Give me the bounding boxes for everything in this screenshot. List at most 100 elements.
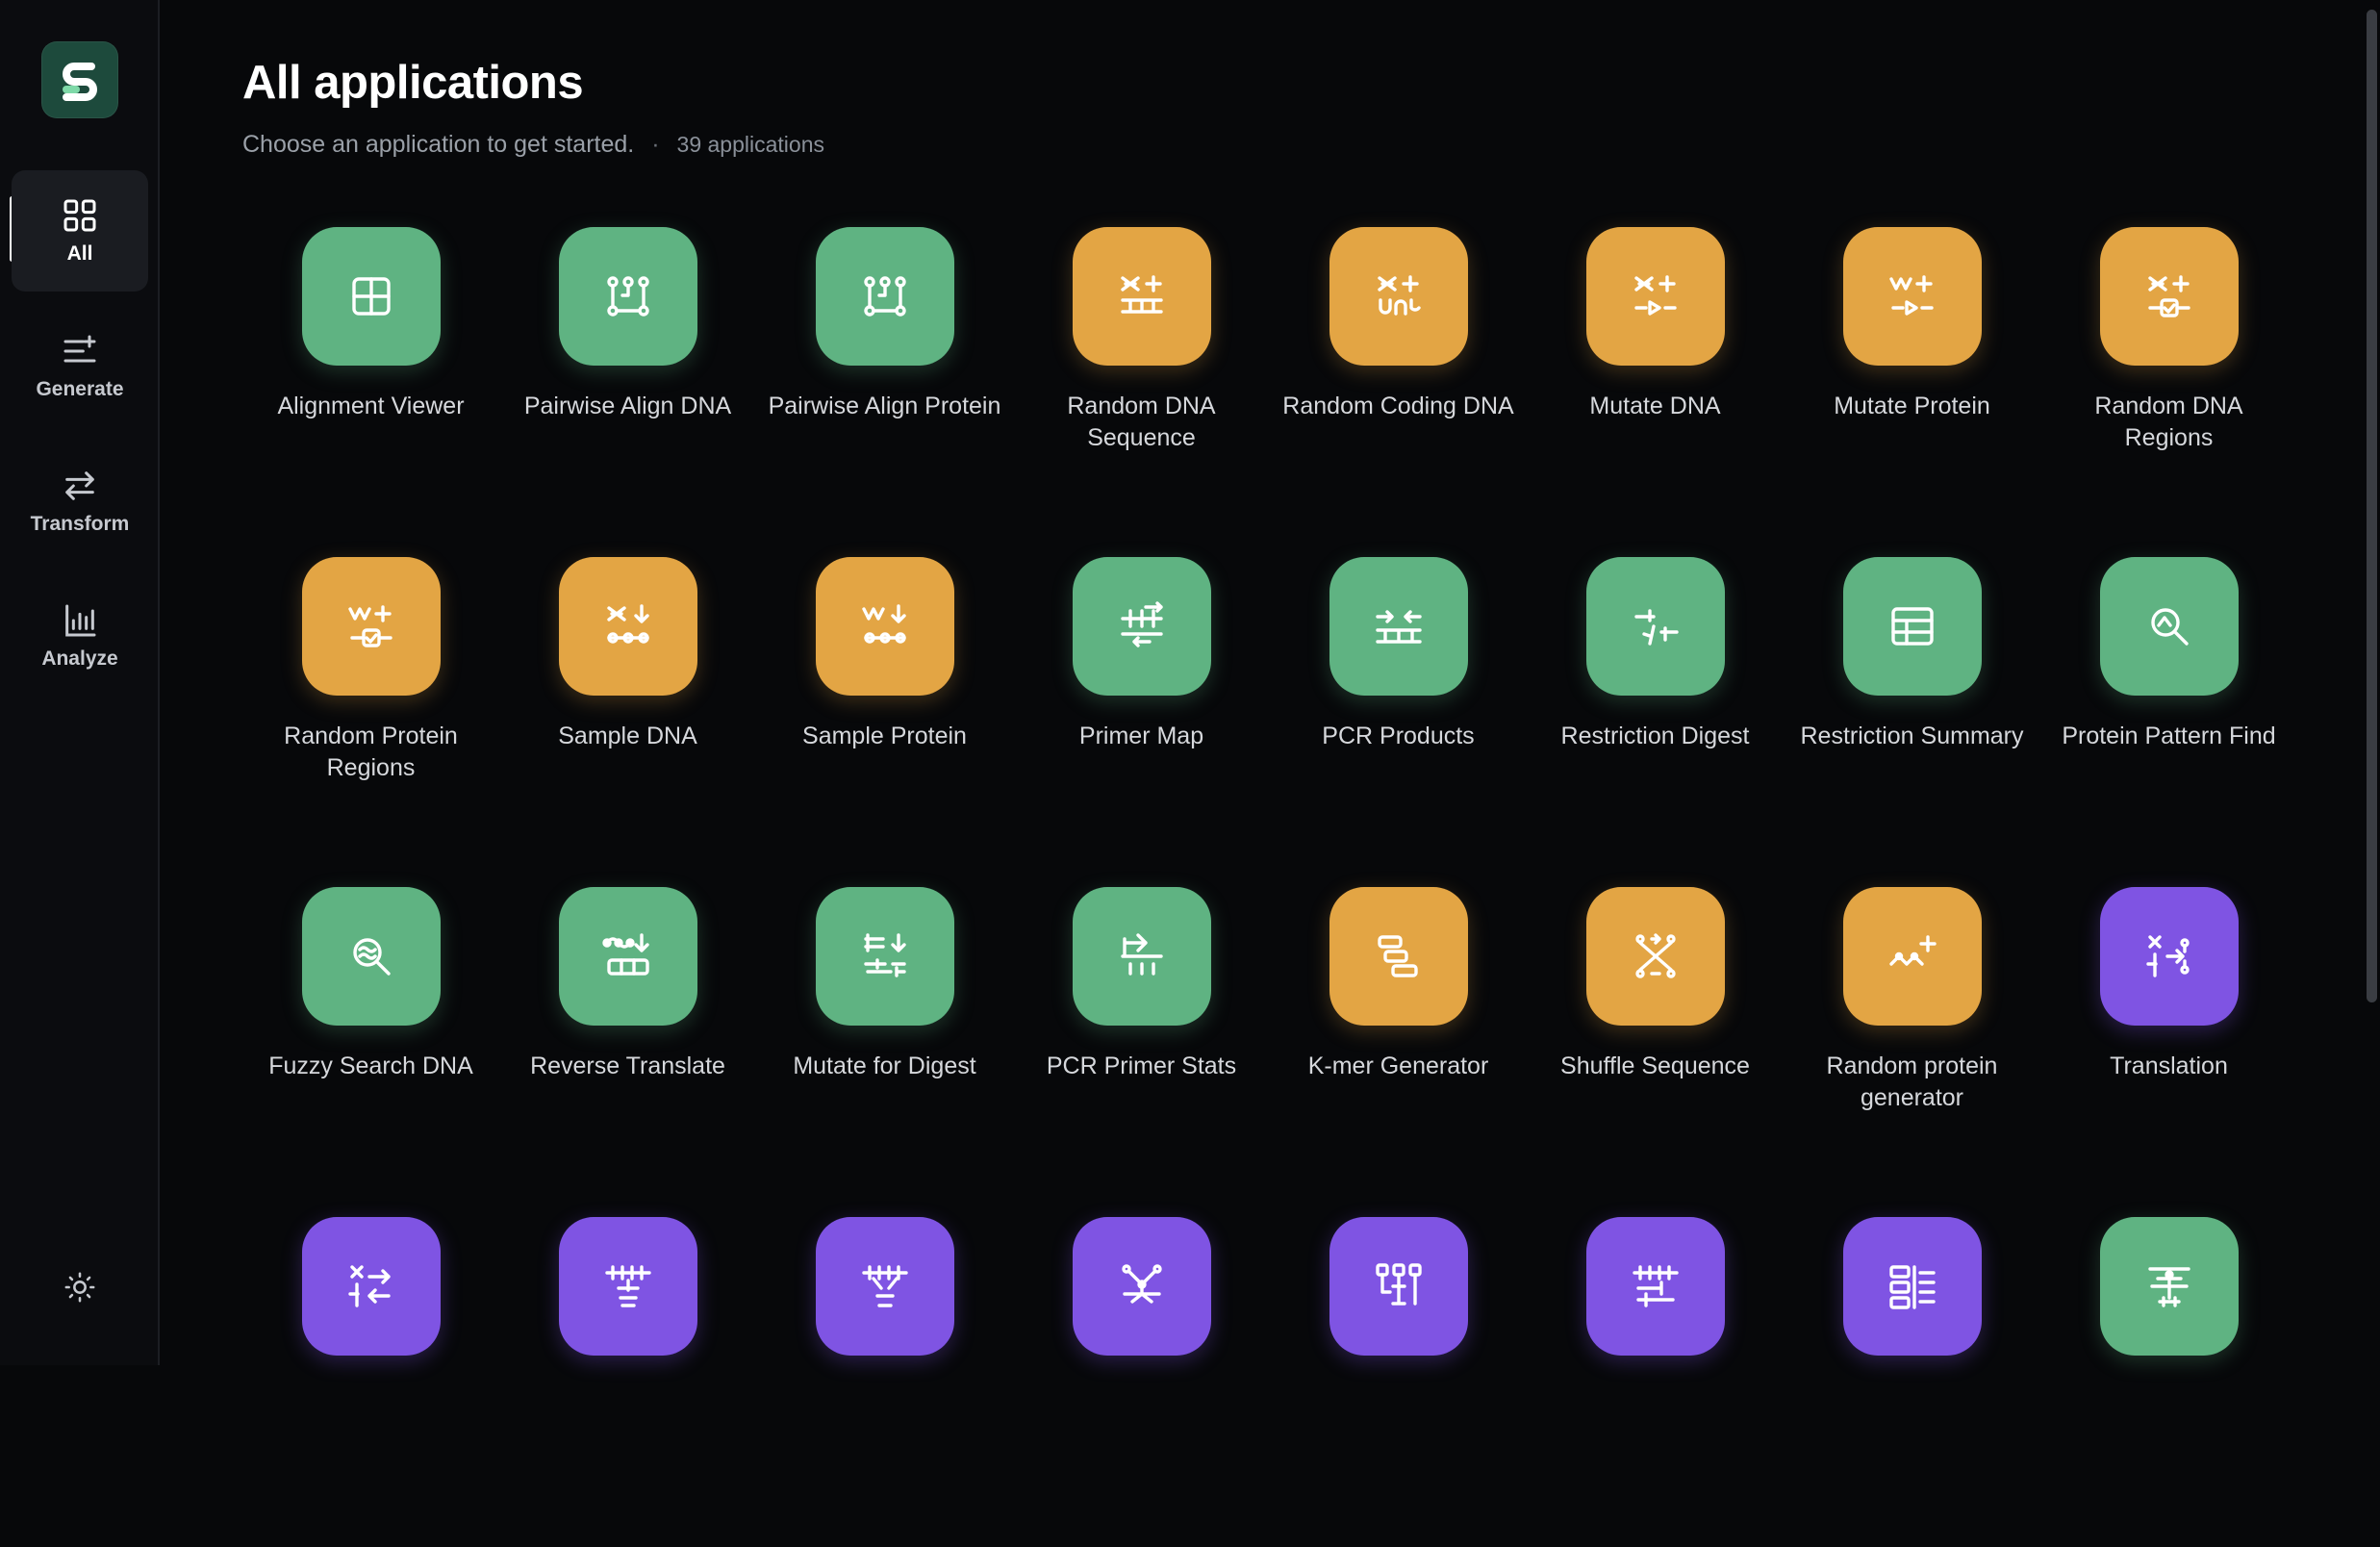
app-icon-tile[interactable]: [1842, 887, 1982, 1026]
app-card-fuzzy-search-dna[interactable]: Fuzzy Search DNA: [242, 887, 499, 1217]
app-icon-tile[interactable]: [301, 557, 441, 696]
app-card-restriction-summary[interactable]: Restriction Summary: [1784, 557, 2040, 887]
zigzag-down-dots-icon: [861, 604, 906, 644]
app-icon-tile[interactable]: [1842, 1217, 1982, 1356]
app-card-app-31[interactable]: [1784, 1217, 2040, 1547]
app-icon-tile[interactable]: [301, 887, 441, 1026]
app-card-primer-map[interactable]: Primer Map: [1013, 557, 1270, 887]
app-card-app-26[interactable]: [499, 1217, 756, 1547]
app-icon-tile[interactable]: [558, 557, 697, 696]
app-icon-tile[interactable]: [1072, 1217, 1211, 1356]
app-icon-tile[interactable]: [815, 1217, 954, 1356]
nav-label-analyze: Analyze: [41, 647, 118, 670]
app-icon-tile[interactable]: [2099, 227, 2239, 366]
app-card-app-28[interactable]: [1013, 1217, 1270, 1547]
app-icon-tile[interactable]: [2099, 887, 2239, 1026]
dna-plus-wave-icon: [1377, 275, 1421, 316]
app-card-app-32[interactable]: [2040, 1217, 2297, 1547]
align-icon: [606, 276, 649, 317]
app-icon-tile[interactable]: [1072, 887, 1211, 1026]
app-icon-tile[interactable]: [1329, 557, 1468, 696]
app-icon-tile[interactable]: [1842, 227, 1982, 366]
grid-icon: [63, 199, 96, 232]
wave-plus-icon: [1888, 935, 1937, 966]
app-card-mutate-dna[interactable]: Mutate DNA: [1527, 227, 1784, 557]
nav-item-all[interactable]: All: [12, 170, 148, 292]
app-icon-tile[interactable]: [815, 557, 954, 696]
ladder-stack-icon: [1632, 1265, 1679, 1307]
app-icon-tile[interactable]: [1585, 227, 1725, 366]
balance-icon: [2147, 1267, 2190, 1307]
app-card-random-protein-regions[interactable]: Random Protein Regions: [242, 557, 499, 887]
app-card-restriction-digest[interactable]: Restriction Digest: [1527, 557, 1784, 887]
app-icon-tile[interactable]: [1585, 557, 1725, 696]
app-icon-tile[interactable]: [1585, 1217, 1725, 1356]
comb-down-icon: [604, 1265, 651, 1307]
app-card-app-27[interactable]: [756, 1217, 1013, 1547]
app-name: K-mer Generator: [1307, 1052, 1489, 1079]
theme-toggle-button[interactable]: [56, 1263, 104, 1311]
nav-item-transform[interactable]: Transform: [12, 441, 148, 562]
app-card-pairwise-align-protein[interactable]: Pairwise Align Protein: [756, 227, 1013, 557]
app-card-reverse-translate[interactable]: Reverse Translate: [499, 887, 756, 1217]
app-icon-tile[interactable]: [1842, 557, 1982, 696]
primer-stats-icon: [1120, 933, 1163, 976]
dna-plus-arrow-icon: [1633, 275, 1677, 316]
nav-label-all: All: [66, 242, 93, 265]
app-card-app-30[interactable]: [1527, 1217, 1784, 1547]
app-card-sample-protein[interactable]: Sample Protein: [756, 557, 1013, 887]
app-card-random-dna-regions[interactable]: Random DNA Regions: [2040, 227, 2297, 557]
nav-item-generate[interactable]: Generate: [12, 306, 148, 427]
app-card-pcr-primer-stats[interactable]: PCR Primer Stats: [1013, 887, 1270, 1217]
app-card-alignment-viewer[interactable]: Alignment Viewer: [242, 227, 499, 557]
split-arrows-icon: [347, 1265, 391, 1307]
app-name: Alignment Viewer: [277, 393, 465, 419]
app-icon-tile[interactable]: [1329, 887, 1468, 1026]
app-icon-tile[interactable]: [2099, 557, 2239, 696]
app-card-mutate-for-digest[interactable]: Mutate for Digest: [756, 887, 1013, 1217]
app-card-random-dna-sequence[interactable]: Random DNA Sequence: [1013, 227, 1270, 557]
app-name: Random Protein Regions: [284, 723, 458, 781]
app-icon-tile[interactable]: [558, 887, 697, 1026]
app-icon-tile[interactable]: [1072, 227, 1211, 366]
app-name: Random DNA Regions: [2094, 393, 2243, 451]
app-name: Random protein generator: [1826, 1052, 1998, 1111]
app-icon-tile[interactable]: [815, 227, 954, 366]
nav-item-analyze[interactable]: Analyze: [12, 575, 148, 697]
app-card-k-mer-generator[interactable]: K-mer Generator: [1270, 887, 1527, 1217]
app-card-app-25[interactable]: [242, 1217, 499, 1547]
app-icon-tile[interactable]: [301, 1217, 441, 1356]
app-card-random-coding-dna[interactable]: Random Coding DNA: [1270, 227, 1527, 557]
nav-label-generate: Generate: [36, 378, 124, 400]
app-name: Mutate for Digest: [793, 1052, 976, 1079]
restriction-digest-icon: [1633, 609, 1679, 646]
app-card-random-protein-generator[interactable]: Random protein generator: [1784, 887, 2040, 1217]
app-card-protein-pattern-find[interactable]: Protein Pattern Find: [2040, 557, 2297, 887]
bars-stack-icon: [1375, 1263, 1422, 1306]
app-card-mutate-protein[interactable]: Mutate Protein: [1784, 227, 2040, 557]
app-name: PCR Primer Stats: [1046, 1052, 1237, 1079]
app-card-shuffle-sequence[interactable]: Shuffle Sequence: [1527, 887, 1784, 1217]
app-icon-tile[interactable]: [1329, 1217, 1468, 1356]
app-icon-tile[interactable]: [558, 227, 697, 366]
scrollbar-thumb[interactable]: [2367, 10, 2377, 1002]
align-icon: [863, 276, 906, 317]
app-card-sample-dna[interactable]: Sample DNA: [499, 557, 756, 887]
app-icon-tile[interactable]: [1585, 887, 1725, 1026]
app-name: Restriction Digest: [1560, 723, 1750, 749]
app-logo[interactable]: [41, 41, 118, 118]
app-card-pcr-products[interactable]: PCR Products: [1270, 557, 1527, 887]
app-icon-tile[interactable]: [558, 1217, 697, 1356]
app-icon-tile[interactable]: [301, 227, 441, 366]
app-icon-tile[interactable]: [2099, 1217, 2239, 1356]
app-card-pairwise-align-dna[interactable]: Pairwise Align DNA: [499, 227, 756, 557]
app-name: Sample Protein: [802, 723, 967, 749]
app-name: Restriction Summary: [1800, 723, 2024, 749]
translate-icon: [2145, 935, 2190, 977]
app-icon-tile[interactable]: [1329, 227, 1468, 366]
app-name: Random DNA Sequence: [1067, 393, 1216, 451]
app-icon-tile[interactable]: [815, 887, 954, 1026]
app-icon-tile[interactable]: [1072, 557, 1211, 696]
app-card-translation[interactable]: Translation: [2040, 887, 2297, 1217]
app-card-app-29[interactable]: [1270, 1217, 1527, 1547]
